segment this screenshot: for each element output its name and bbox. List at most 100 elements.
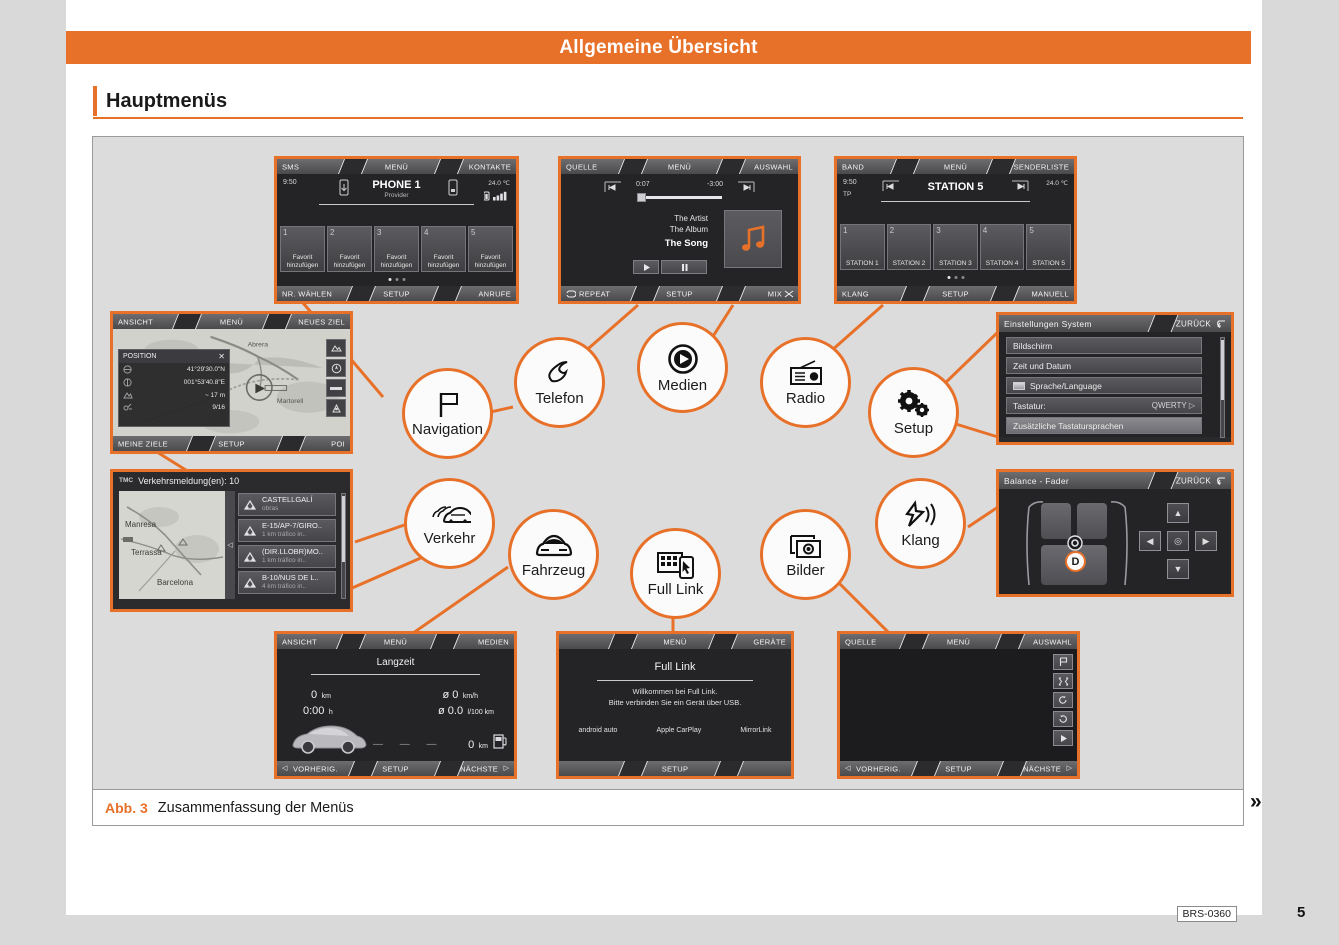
media-bottom-right[interactable]: MIX [768,289,782,298]
media-progress-track[interactable] [637,196,722,199]
balance-left-button[interactable]: ◀ [1139,531,1161,551]
settings-row-zeit-datum[interactable]: Zeit und Datum [1006,357,1202,374]
vehicle-bottom-left[interactable]: VORHERIG. [293,764,338,773]
node-radio[interactable]: Radio [760,337,851,428]
node-fulllink[interactable]: Full Link [630,528,721,619]
radio-top-right[interactable]: SENDERLISTE [1014,162,1069,171]
phone-top-left[interactable]: SMS [282,162,299,171]
node-telefon[interactable]: Telefon [514,337,605,428]
pictures-top-right[interactable]: AUSWAHL [1033,637,1072,646]
vehicle-bottom-right[interactable]: NÄCHSTE [460,764,498,773]
media-top-right[interactable]: AUSWAHL [754,162,793,171]
phone-bottom-right[interactable]: ANRUFE [478,289,511,298]
settings-row-sprache[interactable]: Sprache/Language [1006,377,1202,394]
nav-poi-button[interactable] [326,399,346,417]
back-arrow-icon[interactable] [1215,476,1226,485]
media-pause-button[interactable] [661,260,707,274]
picture-rotate-ccw-button[interactable] [1053,692,1073,708]
radio-preset-5[interactable]: 5 STATION 5 [1026,224,1071,270]
screen-fulllink[interactable]: MENÜ GERÄTE Full Link Willkommen bei Ful… [556,631,794,779]
media-play-button[interactable] [633,260,659,274]
screen-radio[interactable]: BAND MENÜ SENDERLISTE 9:50 TP 24.0 ℃ STA… [834,156,1077,304]
node-medien[interactable]: Medien [637,322,728,413]
node-bilder[interactable]: Bilder [760,509,851,600]
nav-top-left[interactable]: ANSICHT [118,317,153,326]
screen-balance-fader[interactable]: Balance - Fader ZURÜCK D ▲ ◀ ◎ ▶ ▼ [996,469,1234,597]
radio-bottom-right[interactable]: MANUELL [1031,289,1069,298]
balance-back-button[interactable]: ZURÜCK [1176,476,1211,485]
traffic-item-1[interactable]: CASTELLGALÍ obras [238,493,336,516]
phone-top-right[interactable]: KONTAKTE [469,162,511,171]
radio-preset-1[interactable]: 1 STATION 1 [840,224,885,270]
screen-phone[interactable]: SMS MENÜ KONTAKTE 9:50 24.0 ℃ PHONE 1 Pr… [274,156,519,304]
vehicle-bottom-center[interactable]: SETUP [382,764,409,773]
media-bottom-center[interactable]: SETUP [666,289,693,298]
radio-top-left[interactable]: BAND [842,162,864,171]
screen-vehicle[interactable]: ANSICHT MENÜ MEDIEN Langzeit 0 km 0:00 h… [274,631,517,779]
settings-back-button[interactable]: ZURÜCK [1176,319,1211,328]
settings-row-bildschirm[interactable]: Bildschirm [1006,337,1202,354]
vehicle-top-right[interactable]: MEDIEN [478,637,509,646]
screen-traffic[interactable]: TMC Verkehrsmeldung(en): 10 Manresa Terr… [110,469,353,612]
radio-top-center[interactable]: MENÜ [944,162,967,171]
vehicle-next-arrow-icon[interactable]: ▷ [504,764,509,772]
pictures-next-arrow-icon[interactable]: ▷ [1067,764,1072,772]
picture-fullscreen-button[interactable] [1053,673,1073,689]
nav-zoom-button[interactable] [326,339,346,357]
vehicle-top-left[interactable]: ANSICHT [282,637,317,646]
balance-up-button[interactable]: ▲ [1167,503,1189,523]
traffic-scrollbar-thumb[interactable] [342,496,345,562]
screen-media[interactable]: QUELLE MENÜ AUSWAHL 0:07 -3:00 The Artis… [558,156,801,304]
back-arrow-icon[interactable] [1215,319,1226,328]
nav-top-center[interactable]: MENÜ [220,317,243,326]
fulllink-bottom-center[interactable]: SETUP [662,764,689,773]
traffic-item-2[interactable]: E-15/AP-7/GIRO.. 1 km tráfico in.. [238,519,336,542]
pictures-bottom-left[interactable]: VORHERIG. [856,764,901,773]
settings-row-tastatur[interactable]: Tastatur: QWERTY ▷ [1006,397,1202,414]
media-bottom-left[interactable]: REPEAT [579,289,610,298]
fulllink-top-center[interactable]: MENÜ [663,637,686,646]
settings-row-zusaetzliche[interactable]: Zusätzliche Tastatursprachen [1006,417,1202,434]
traffic-item-3[interactable]: (DIR.LLOBR)MO.. 1 km tráfico in.. [238,545,336,568]
balance-right-button[interactable]: ▶ [1195,531,1217,551]
picture-flag-button[interactable] [1053,654,1073,670]
radio-bottom-center[interactable]: SETUP [942,289,969,298]
node-navigation[interactable]: Navigation [402,368,493,459]
next-page-chevron[interactable]: » [1250,790,1262,814]
media-top-center[interactable]: MENÜ [668,162,691,171]
balance-center-button[interactable]: ◎ [1167,531,1189,551]
traffic-item-4[interactable]: B-10/NUS DE L.. 4 km tráfico in.. [238,571,336,594]
traffic-map-collapse-handle[interactable]: ◁ [225,491,235,599]
nav-scale-button[interactable] [326,379,346,397]
phone-bottom-center[interactable]: SETUP [383,289,410,298]
phone-top-center[interactable]: MENÜ [385,162,408,171]
phone-preset-5[interactable]: 5 Favorit hinzufügen [468,226,513,272]
nav-bottom-right[interactable]: POI [331,439,345,448]
picture-play-button[interactable] [1053,730,1073,746]
nav-top-right[interactable]: NEUES ZIEL [298,317,345,326]
settings-scrollbar-thumb[interactable] [1221,340,1224,400]
nav-bottom-left[interactable]: MEINE ZIELE [118,439,168,448]
radio-preset-2[interactable]: 2 STATION 2 [886,224,932,270]
nav-position-close-icon[interactable]: ✕ [218,352,225,361]
screen-navigation[interactable]: ANSICHT MENÜ NEUES ZIEL Abrera Martorell [110,311,353,454]
nav-compass-button[interactable] [326,359,346,377]
traffic-map[interactable]: Manresa Terrassa Barcelona [119,491,225,599]
node-klang[interactable]: Klang [875,478,966,569]
settings-scrollbar[interactable] [1220,337,1225,438]
node-setup[interactable]: Setup [868,367,959,458]
traffic-scrollbar[interactable] [341,493,346,599]
media-progress-handle[interactable] [637,193,646,202]
media-next-icon[interactable] [736,181,756,194]
picture-rotate-cw-button[interactable] [1053,711,1073,727]
pictures-prev-arrow-icon[interactable]: ◁ [845,764,850,772]
phone-preset-2[interactable]: 2 Favorit hinzufügen [327,226,372,272]
media-top-left[interactable]: QUELLE [566,162,597,171]
phone-preset-3[interactable]: 3 Favorit hinzufügen [374,226,419,272]
screen-settings[interactable]: Einstellungen System ZURÜCK Bildschirm Z… [996,312,1234,445]
fulllink-top-right[interactable]: GERÄTE [753,637,786,646]
radio-preset-4[interactable]: 4 STATION 4 [979,224,1025,270]
pictures-bottom-right[interactable]: NÄCHSTE [1023,764,1061,773]
radio-preset-3[interactable]: 3 STATION 3 [933,224,978,270]
balance-down-button[interactable]: ▼ [1167,559,1189,579]
